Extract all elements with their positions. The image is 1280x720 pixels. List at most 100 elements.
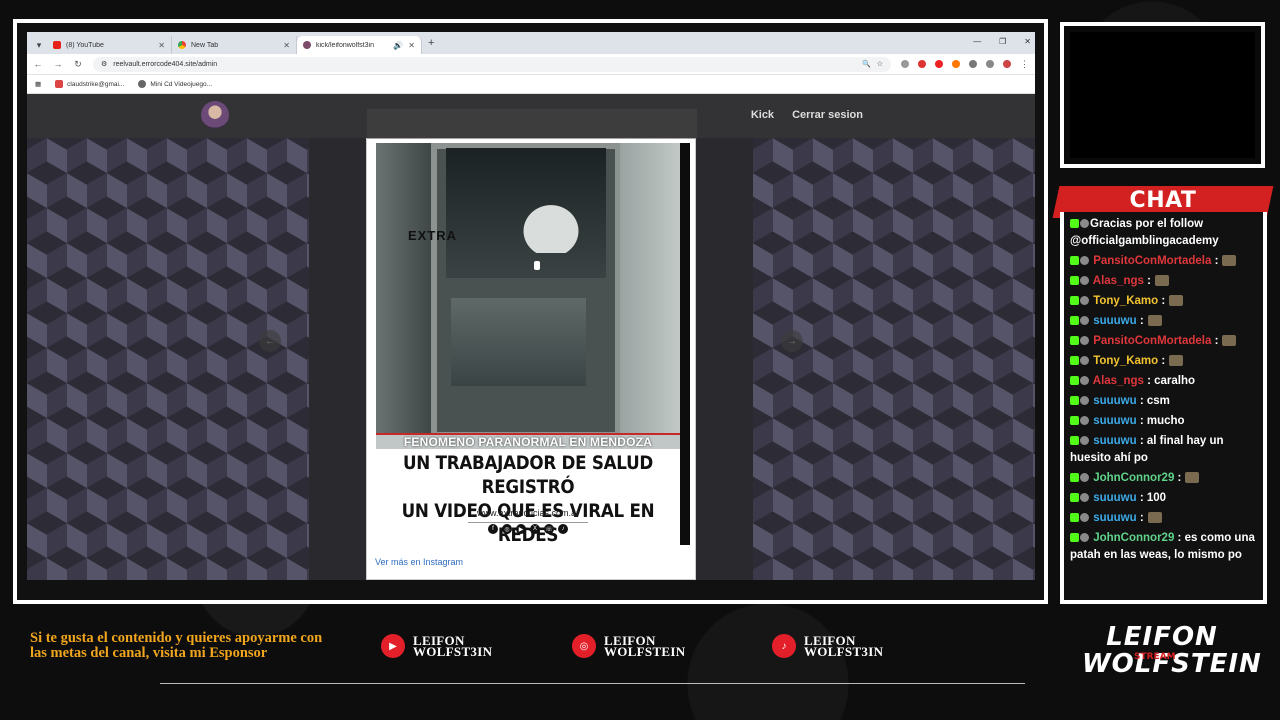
chat-message: suuuwu : al final hay un huesito ahí po bbox=[1070, 433, 1257, 467]
chat-username[interactable]: Tony_Kamo bbox=[1090, 355, 1158, 367]
bookmark-star-icon[interactable]: ☆ bbox=[877, 60, 883, 68]
video-frame[interactable]: EXTRA bbox=[376, 143, 690, 438]
mod-badge-icon bbox=[1080, 256, 1089, 265]
mod-badge-icon bbox=[1080, 436, 1089, 445]
close-window-icon[interactable]: ✕ bbox=[1024, 37, 1031, 46]
tab-title: kick/leifonwolfst3in bbox=[316, 41, 374, 49]
close-icon[interactable]: ✕ bbox=[158, 41, 165, 50]
chat-username[interactable]: JohnConnor29 bbox=[1090, 472, 1174, 484]
chat-username[interactable]: PansitoConMortadela bbox=[1090, 255, 1211, 267]
forward-icon[interactable]: → bbox=[53, 59, 63, 69]
maximize-icon[interactable]: ❐ bbox=[999, 37, 1006, 46]
reload-icon[interactable]: ↻ bbox=[73, 59, 83, 70]
profile-avatar[interactable] bbox=[1003, 60, 1011, 68]
kick-badge-icon bbox=[1070, 276, 1079, 285]
embed-header bbox=[367, 109, 697, 139]
chat-username[interactable]: suuuwu bbox=[1090, 395, 1136, 407]
chat-username[interactable]: Alas_ngs bbox=[1090, 275, 1144, 287]
next-arrow-button[interactable]: → bbox=[781, 330, 803, 352]
chrome-icon bbox=[178, 41, 186, 49]
kick-badge-icon bbox=[1070, 336, 1079, 345]
new-tab-button[interactable]: + bbox=[428, 37, 434, 49]
cast-icon[interactable] bbox=[986, 60, 994, 68]
chat-username[interactable]: suuuwu bbox=[1090, 512, 1136, 524]
scene-car bbox=[516, 198, 586, 253]
chat-text: : bbox=[1158, 355, 1166, 367]
bookmark-item[interactable]: claudstrike@gmai... bbox=[55, 80, 124, 88]
chat-message: Alas_ngs : bbox=[1070, 273, 1257, 290]
site-info-icon[interactable]: ⚙ bbox=[101, 60, 107, 68]
menu-icon[interactable]: ⋮ bbox=[1020, 59, 1029, 70]
emote-icon bbox=[1147, 512, 1162, 523]
background-pattern-right bbox=[753, 138, 1035, 580]
mod-badge-icon bbox=[1080, 336, 1089, 345]
kick-badge-icon bbox=[1070, 533, 1079, 542]
kick-badge-icon bbox=[1070, 416, 1079, 425]
channel-logo: LEIFON WOLFSTEIN STREAM bbox=[1082, 624, 1261, 678]
globe-icon bbox=[138, 80, 147, 88]
social-youtube: ▶ LEIFON WOLFST3IN bbox=[381, 634, 492, 658]
mod-badge-icon bbox=[1080, 376, 1089, 385]
close-icon[interactable]: ✕ bbox=[283, 41, 290, 50]
extension-icon[interactable] bbox=[901, 60, 909, 68]
social-instagram: ◎ LEIFON WOLFSTEIN bbox=[572, 634, 685, 658]
chat-username[interactable]: Alas_ngs bbox=[1090, 375, 1144, 387]
tab-youtube[interactable]: (8) YouTube ✕ bbox=[47, 36, 172, 54]
site-logo[interactable] bbox=[201, 101, 229, 129]
mod-badge-icon bbox=[1080, 396, 1089, 405]
kick-badge-icon bbox=[1070, 296, 1079, 305]
opera-icon[interactable] bbox=[935, 60, 943, 68]
chat-username[interactable]: suuuwu bbox=[1090, 415, 1136, 427]
metamask-icon[interactable] bbox=[952, 60, 960, 68]
chat-username[interactable]: JohnConnor29 bbox=[1090, 532, 1174, 544]
chat-username[interactable]: Tony_Kamo bbox=[1090, 295, 1158, 307]
prev-arrow-button[interactable]: ← bbox=[259, 330, 281, 352]
audio-icon[interactable]: 🔊 bbox=[393, 41, 403, 50]
emote-icon bbox=[1222, 255, 1237, 266]
tiktok-icon: ♪ bbox=[772, 634, 796, 658]
view-on-instagram-link[interactable]: Ver más en Instagram bbox=[375, 557, 463, 567]
social-handle: LEIFON WOLFST3IN bbox=[804, 633, 884, 659]
chat-text: : bbox=[1143, 275, 1151, 287]
tab-title: New Tab bbox=[191, 41, 219, 49]
nav-logout-link[interactable]: Cerrar sesion bbox=[792, 109, 863, 121]
headline-line: UN TRABAJADOR DE SALUD REGISTRÓ bbox=[402, 452, 654, 498]
bookmark-item[interactable]: Mini Cd Videojuego... bbox=[138, 80, 212, 88]
address-bar[interactable]: ⚙ reelvault.errorcode404.site/admin 🔍 ☆ bbox=[93, 56, 891, 72]
kick-badge-icon bbox=[1070, 316, 1079, 325]
chat-username[interactable]: PansitoConMortadela bbox=[1090, 335, 1211, 347]
chat-username[interactable]: suuuwu bbox=[1090, 492, 1136, 504]
video-watermark: EXTRA bbox=[408, 228, 458, 243]
tiktok-icon: ♪ bbox=[558, 524, 568, 534]
chat-text: : caralho bbox=[1143, 375, 1196, 387]
tab-new-tab[interactable]: New Tab ✕ bbox=[172, 36, 297, 54]
gmail-icon bbox=[55, 80, 64, 88]
nav-kick-link[interactable]: Kick bbox=[751, 109, 774, 121]
screen-capture-frame: ▾ (8) YouTube ✕ New Tab ✕ kick/leifonwol… bbox=[13, 19, 1048, 604]
browser-toolbar: ← → ↻ ⚙ reelvault.errorcode404.site/admi… bbox=[27, 54, 1035, 75]
tab-search-icon[interactable]: ▾ bbox=[31, 36, 47, 54]
kick-badge-icon bbox=[1070, 436, 1079, 445]
chat-message: PansitoConMortadela : bbox=[1070, 333, 1257, 350]
bookmark-label: claudstrike@gmai... bbox=[67, 80, 125, 88]
window-controls: — ❐ ✕ bbox=[973, 37, 1031, 46]
background-pattern-left bbox=[27, 138, 309, 580]
emote-icon bbox=[1147, 315, 1162, 326]
chat-username[interactable]: suuuwu bbox=[1090, 315, 1136, 327]
chat-text: Gracias por el follow @officialgamblinga… bbox=[1070, 218, 1219, 247]
x-icon: X bbox=[530, 524, 540, 534]
chat-message: Gracias por el follow @officialgamblinga… bbox=[1070, 216, 1257, 250]
extension-icon[interactable] bbox=[918, 60, 926, 68]
close-icon[interactable]: ✕ bbox=[408, 41, 415, 50]
back-icon[interactable]: ← bbox=[33, 59, 43, 69]
chat-text: : csm bbox=[1136, 395, 1170, 407]
chat-panel: Gracias por el follow @officialgamblinga… bbox=[1060, 212, 1267, 604]
chat-message: suuuwu : bbox=[1070, 510, 1257, 527]
minimize-icon[interactable]: — bbox=[973, 37, 981, 46]
tab-kick[interactable]: kick/leifonwolfst3in 🔊 ✕ bbox=[297, 36, 422, 54]
apps-icon[interactable]: ▦ bbox=[35, 80, 41, 88]
youtube-icon bbox=[53, 41, 61, 49]
zoom-icon[interactable]: 🔍 bbox=[862, 60, 871, 68]
extensions-puzzle-icon[interactable] bbox=[969, 60, 977, 68]
chat-username[interactable]: suuuwu bbox=[1090, 435, 1136, 447]
